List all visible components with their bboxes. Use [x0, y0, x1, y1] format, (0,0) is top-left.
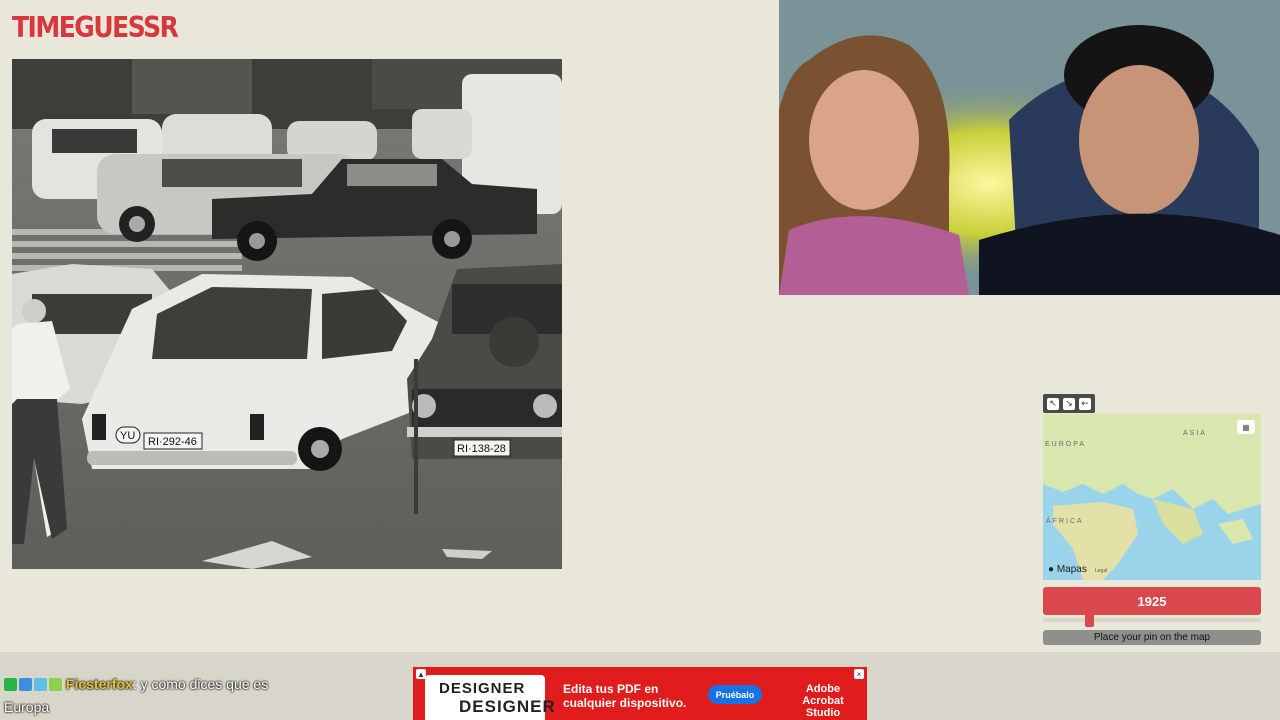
ad-brand-line2: Acrobat Studio [802, 695, 844, 719]
kick-badge-icon [4, 678, 17, 691]
map-land [1043, 414, 1261, 580]
ad-banner[interactable]: ▲ × DESIGNER DESIGNER Edita tus PDF en c… [413, 667, 867, 720]
arrow-left-icon[interactable]: ← [1079, 397, 1091, 410]
map-label-europe: EUROPA [1045, 441, 1087, 448]
streamers-webcam [779, 0, 1280, 295]
chat-message: Ficsterfox: y como dices que es Europa [4, 673, 294, 719]
place-pin-button[interactable]: Place your pin on the map [1043, 630, 1261, 645]
moderator-badge-icon [19, 678, 32, 691]
map-legal-link[interactable]: Legal [1095, 568, 1107, 574]
street-scene-image: RI·292-46 YU RI·138-28 [12, 59, 562, 569]
ad-headline: Edita tus PDF en cualquier dispositivo. [563, 682, 687, 710]
ad-close-icon[interactable]: × [854, 669, 864, 679]
chat-badges [4, 678, 62, 691]
plate-main: RI·292-46 [148, 436, 197, 448]
ad-brand: Adobe Acrobat Studio [788, 683, 858, 719]
game-photo: RI·292-46 YU RI·138-28 [12, 59, 562, 569]
ad-logo-top: DESIGNER [439, 680, 526, 697]
world-map[interactable]: EUROPA ASIA ÁFRICA ▦ ● Mapas Legal [1043, 414, 1261, 580]
country-plate: YU [120, 430, 135, 442]
subscriber-badge-icon [49, 678, 62, 691]
map-brand-label: Mapas [1056, 564, 1087, 575]
map-label-asia: ASIA [1183, 430, 1207, 437]
year-display: 1925 [1043, 587, 1261, 615]
chat-username[interactable]: Ficsterfox [66, 676, 133, 692]
webcam-overlay [779, 0, 1280, 295]
map-brand: ● Mapas [1048, 564, 1087, 575]
arrow-downright-icon[interactable]: ↘ [1063, 397, 1075, 410]
ad-cta-button[interactable]: Pruébalo [708, 685, 762, 704]
gem-badge-icon [34, 678, 47, 691]
year-slider-track[interactable] [1043, 618, 1261, 622]
ad-brand-line1: Adobe [805, 683, 841, 695]
apple-icon: ● [1048, 564, 1055, 575]
year-slider-thumb[interactable] [1085, 613, 1094, 627]
ad-logo-bottom: DESIGNER [459, 697, 556, 716]
map-label-africa: ÁFRICA [1046, 518, 1084, 525]
plate-right: RI·138-28 [457, 443, 506, 455]
map-size-toolbar: ↖ ↘ ← [1043, 394, 1095, 413]
map-type-icon[interactable]: ▦ [1237, 420, 1255, 434]
ad-product-logo: DESIGNER DESIGNER [425, 675, 555, 720]
timeguessr-logo[interactable]: TIMEGUESSR [12, 5, 179, 51]
arrow-upleft-icon[interactable]: ↖ [1047, 397, 1059, 410]
